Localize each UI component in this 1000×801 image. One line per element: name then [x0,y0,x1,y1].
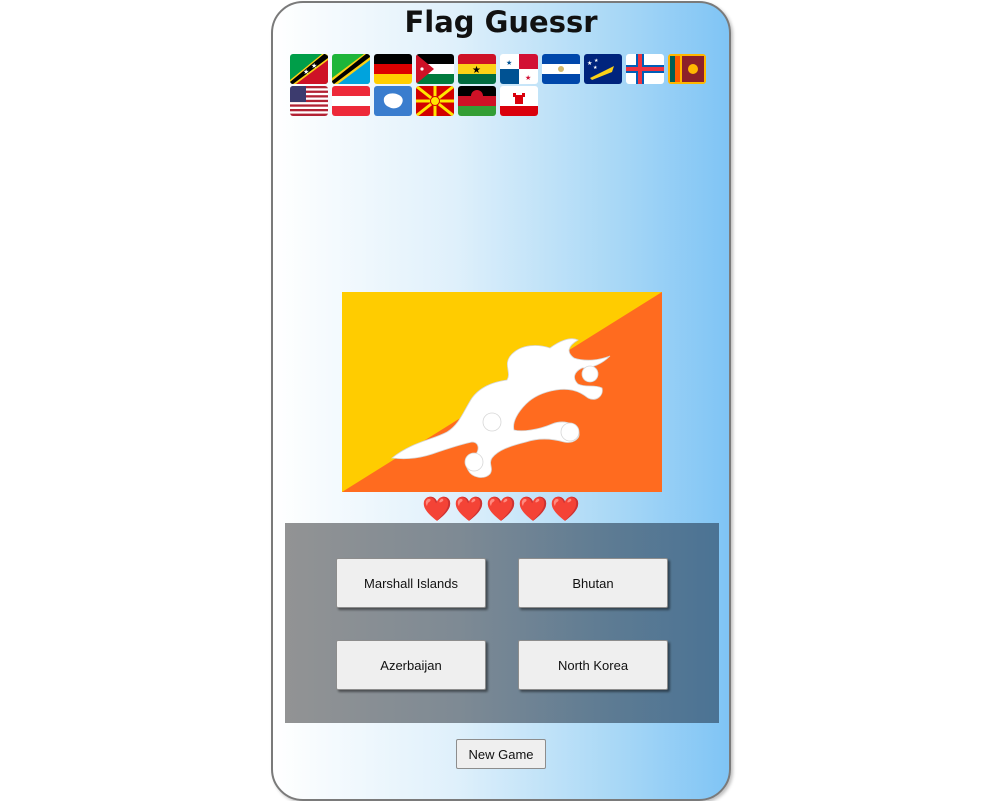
game-card: Flag Guessr ★ ★ ★ ★ ★ ★ ★ ★ ❤️❤️❤️❤️❤️ M… [271,1,731,801]
svg-text:★: ★ [472,65,481,76]
lives-indicator: ❤️❤️❤️❤️❤️ [273,492,729,526]
page-title: Flag Guessr [404,5,598,39]
malawi-flag-icon [458,86,496,116]
answer-options-panel: Marshall Islands Bhutan Azerbaijan North… [285,523,719,723]
new-game-button[interactable]: New Game [456,739,546,769]
heart-icon: ❤️ [550,495,580,523]
svg-text:★: ★ [593,65,598,71]
option-button-bhutan[interactable]: Bhutan [518,558,668,608]
germany-flag-icon [374,54,412,84]
saint-kitts-and-nevis-flag-icon: ★ ★ [290,54,328,84]
north-macedonia-flag-icon [416,86,454,116]
tanzania-flag-icon [332,54,370,84]
svg-text:★: ★ [303,68,309,76]
svg-text:★: ★ [525,74,531,82]
heart-icon: ❤️ [454,495,484,523]
el-salvador-flag-icon [542,54,580,84]
antarctica-flag-icon [374,86,412,116]
heart-icon: ❤️ [422,495,452,523]
united-states-flag-icon [290,86,328,116]
svg-text:★: ★ [311,62,317,70]
tokelau-flag-icon: ★ ★ ★ [584,54,622,84]
sri-lanka-flag-icon [668,54,706,84]
option-button-north-korea[interactable]: North Korea [518,640,668,690]
faroe-islands-flag-icon [626,54,664,84]
svg-text:★: ★ [587,60,592,67]
jordan-flag-icon [416,54,454,84]
austria-flag-icon [332,86,370,116]
guessed-flags-history: ★ ★ ★ ★ ★ ★ ★ ★ [290,54,720,116]
ghana-flag-icon: ★ [458,54,496,84]
svg-text:★: ★ [506,59,512,67]
option-button-azerbaijan[interactable]: Azerbaijan [336,640,486,690]
option-button-marshall-islands[interactable]: Marshall Islands [336,558,486,608]
bhutan-flag-icon [342,292,662,492]
heart-icon: ❤️ [486,495,516,523]
svg-text:★: ★ [594,58,599,64]
heart-icon: ❤️ [518,495,548,523]
gibraltar-flag-icon [500,86,538,116]
panama-flag-icon: ★ ★ [500,54,538,84]
